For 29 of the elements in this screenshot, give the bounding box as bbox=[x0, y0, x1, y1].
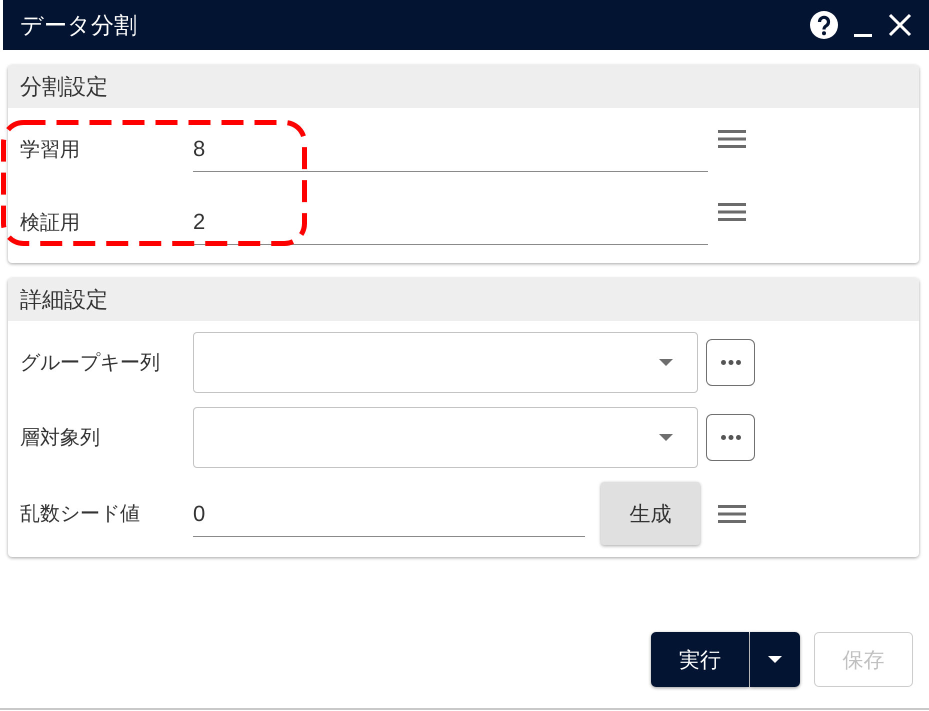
ellipsis-icon bbox=[720, 360, 740, 365]
field-label: 検証用 bbox=[20, 210, 81, 236]
field-label: 乱数シード値 bbox=[20, 502, 141, 527]
field-label: グループキー列 bbox=[20, 351, 161, 376]
caret-icon bbox=[659, 359, 673, 366]
caret-icon bbox=[768, 656, 782, 663]
menu-icon[interactable] bbox=[718, 203, 746, 221]
window-title: データ分割 bbox=[20, 10, 137, 40]
minimize-icon[interactable] bbox=[854, 34, 872, 36]
generate-button[interactable]: 生成 bbox=[601, 482, 700, 545]
caret-icon bbox=[659, 434, 673, 441]
dropdown-button[interactable] bbox=[750, 632, 800, 687]
text-input-field[interactable]: 8 bbox=[193, 126, 708, 172]
run-button[interactable]: 実行 bbox=[651, 632, 749, 687]
menu-icon[interactable] bbox=[718, 504, 746, 522]
ellipsis-icon bbox=[720, 435, 740, 440]
field-label: 層対象列 bbox=[20, 426, 101, 451]
more-button[interactable] bbox=[706, 339, 755, 386]
dropdown-field[interactable] bbox=[193, 332, 698, 393]
help-icon[interactable] bbox=[810, 11, 838, 39]
more-button[interactable] bbox=[706, 414, 755, 461]
text-input-field[interactable]: 0 bbox=[193, 491, 585, 537]
field-label: 学習用 bbox=[20, 138, 81, 162]
text-input-field[interactable]: 2 bbox=[193, 199, 708, 245]
close-icon[interactable] bbox=[888, 13, 912, 37]
section-header: 分割設定 bbox=[8, 65, 919, 108]
dropdown-field[interactable] bbox=[193, 407, 698, 468]
menu-icon[interactable] bbox=[718, 130, 746, 148]
section-header: 詳細設定 bbox=[8, 278, 919, 321]
